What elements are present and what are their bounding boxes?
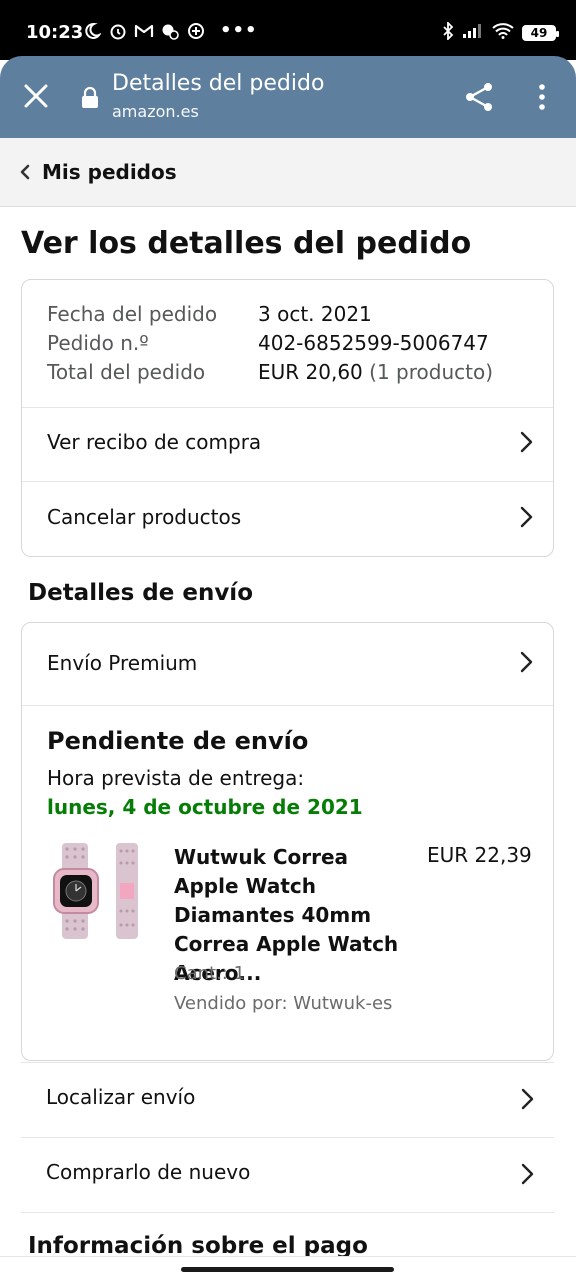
order-date-label: Fecha del pedido: [47, 302, 218, 326]
order-date-value: 3 oct. 2021: [258, 302, 372, 326]
browser-toolbar: Detalles del pedido amazon.es: [0, 56, 576, 138]
divider: [21, 1212, 554, 1213]
buy-again-label[interactable]: Comprarlo de nuevo: [46, 1160, 250, 1184]
order-number-value: 402-6852599-5006747: [258, 331, 489, 355]
chevron-right-icon: [520, 1087, 534, 1111]
chevron-right-icon: [519, 505, 533, 529]
track-package-row[interactable]: Localizar envío: [21, 1062, 554, 1137]
track-package-label[interactable]: Localizar envío: [46, 1085, 195, 1109]
status-time: 10:23: [26, 22, 84, 43]
more-menu-icon[interactable]: [532, 80, 552, 114]
moon-icon: [82, 21, 102, 41]
shipping-section-title: Detalles de envío: [28, 580, 253, 606]
cancel-products-label[interactable]: Cancelar productos: [47, 505, 241, 529]
chevron-right-icon: [519, 650, 533, 674]
buy-again-row[interactable]: Comprarlo de nuevo: [21, 1137, 554, 1212]
shipping-card: Envío Premium Pendiente de envío Hora pr…: [21, 622, 554, 1061]
cancel-products-row[interactable]: Cancelar productos: [22, 482, 553, 557]
divider: [22, 705, 553, 706]
page-title-tab: Detalles del pedido: [112, 71, 325, 96]
order-total-count: (1 producto): [369, 360, 494, 384]
signal-icon: [462, 23, 484, 43]
alarm-icon: [108, 21, 128, 41]
gmail-icon: [134, 21, 154, 41]
data-saver-icon: [160, 21, 180, 41]
chevron-left-icon: [18, 162, 32, 182]
location-plus-icon: [186, 21, 206, 41]
page-title: Ver los detalles del pedido: [21, 226, 472, 261]
status-more: •••: [220, 20, 258, 41]
product-seller: Vendido por: Wutwuk-es: [174, 993, 393, 1014]
battery-icon: 49: [522, 25, 559, 41]
order-total-amount: EUR 20,60: [258, 360, 363, 384]
product-price: EUR 22,39: [427, 843, 532, 867]
eta-label: Hora prevista de entrega:: [47, 766, 305, 790]
order-number-label: Pedido n.º: [47, 331, 149, 355]
chevron-right-icon: [519, 430, 533, 454]
product-quantity: Cant.: 1: [174, 963, 246, 984]
order-total-label: Total del pedido: [47, 360, 206, 384]
lock-icon: [80, 86, 102, 110]
breadcrumb-label[interactable]: Mis pedidos: [42, 160, 177, 184]
shipping-method-row[interactable]: Envío Premium: [22, 623, 553, 705]
product-image[interactable]: [52, 841, 148, 941]
wifi-icon: [492, 23, 514, 43]
status-bar: 10:23 ••• 49: [0, 0, 576, 60]
breadcrumb[interactable]: Mis pedidos: [0, 138, 576, 207]
view-receipt-row[interactable]: Ver recibo de compra: [22, 408, 553, 481]
chevron-right-icon: [520, 1162, 534, 1186]
home-handle[interactable]: [181, 1267, 394, 1272]
order-summary-card: Fecha del pedido 3 oct. 2021 Pedido n.º …: [21, 279, 554, 557]
view-receipt-label[interactable]: Ver recibo de compra: [47, 430, 261, 454]
order-total-value: EUR 20,60 (1 producto): [258, 360, 493, 384]
shipping-method-label[interactable]: Envío Premium: [47, 651, 197, 675]
shipment-status: Pendiente de envío: [47, 727, 309, 755]
close-icon[interactable]: [18, 78, 54, 114]
url-text[interactable]: amazon.es: [112, 102, 199, 121]
status-icons-right: 49: [442, 20, 559, 44]
share-icon[interactable]: [462, 80, 496, 114]
gesture-nav-bar: [0, 1256, 576, 1281]
eta-date: lunes, 4 de octubre de 2021: [47, 795, 363, 819]
status-icons-left: •••: [82, 20, 258, 41]
bluetooth-icon: [442, 20, 454, 44]
